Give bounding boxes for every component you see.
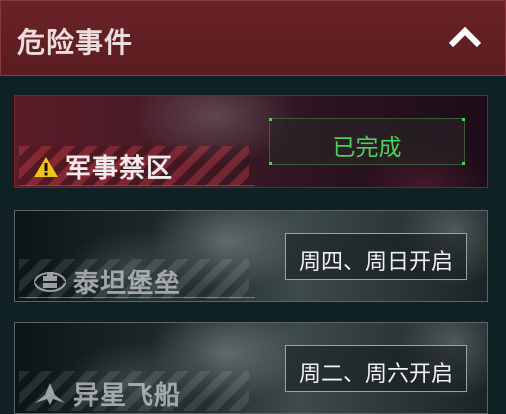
event-card-titan-fortress[interactable]: 泰坦堡垒 周四、周日开启: [14, 210, 488, 302]
collapse-button[interactable]: [447, 23, 483, 51]
corner-dot: [462, 162, 465, 165]
event-name: 泰坦堡垒: [73, 269, 182, 299]
status-text: 周二、周六开启: [298, 362, 453, 387]
fortress-emblem-icon: [34, 271, 66, 292]
event-name: 军事禁区: [65, 154, 174, 184]
event-name-row: 异星飞船: [33, 375, 181, 412]
corner-dot: [462, 118, 465, 121]
status-text: 已完成: [332, 135, 402, 161]
status-completed: 已完成: [269, 118, 465, 165]
card-underline: [19, 185, 255, 186]
event-name-row: 泰坦堡垒: [33, 263, 181, 300]
status-text: 周四、周日开启: [298, 250, 453, 275]
event-card-military-zone[interactable]: 军事禁区 已完成: [14, 95, 488, 188]
warning-triangle-icon: [34, 156, 58, 177]
chevron-up-icon: [448, 26, 482, 48]
event-name-row: 军事禁区: [33, 148, 173, 185]
status-schedule: 周四、周日开启: [285, 233, 467, 280]
event-name: 异星飞船: [73, 381, 182, 411]
corner-dot: [269, 162, 272, 165]
corner-dot: [269, 118, 272, 121]
event-card-alien-ship[interactable]: 异星飞船 周二、周六开启: [14, 322, 488, 414]
spaceship-emblem-icon: [35, 382, 65, 405]
danger-events-header[interactable]: 危险事件: [0, 0, 506, 76]
status-schedule: 周二、周六开启: [285, 345, 467, 392]
header-title: 危险事件: [17, 26, 134, 59]
